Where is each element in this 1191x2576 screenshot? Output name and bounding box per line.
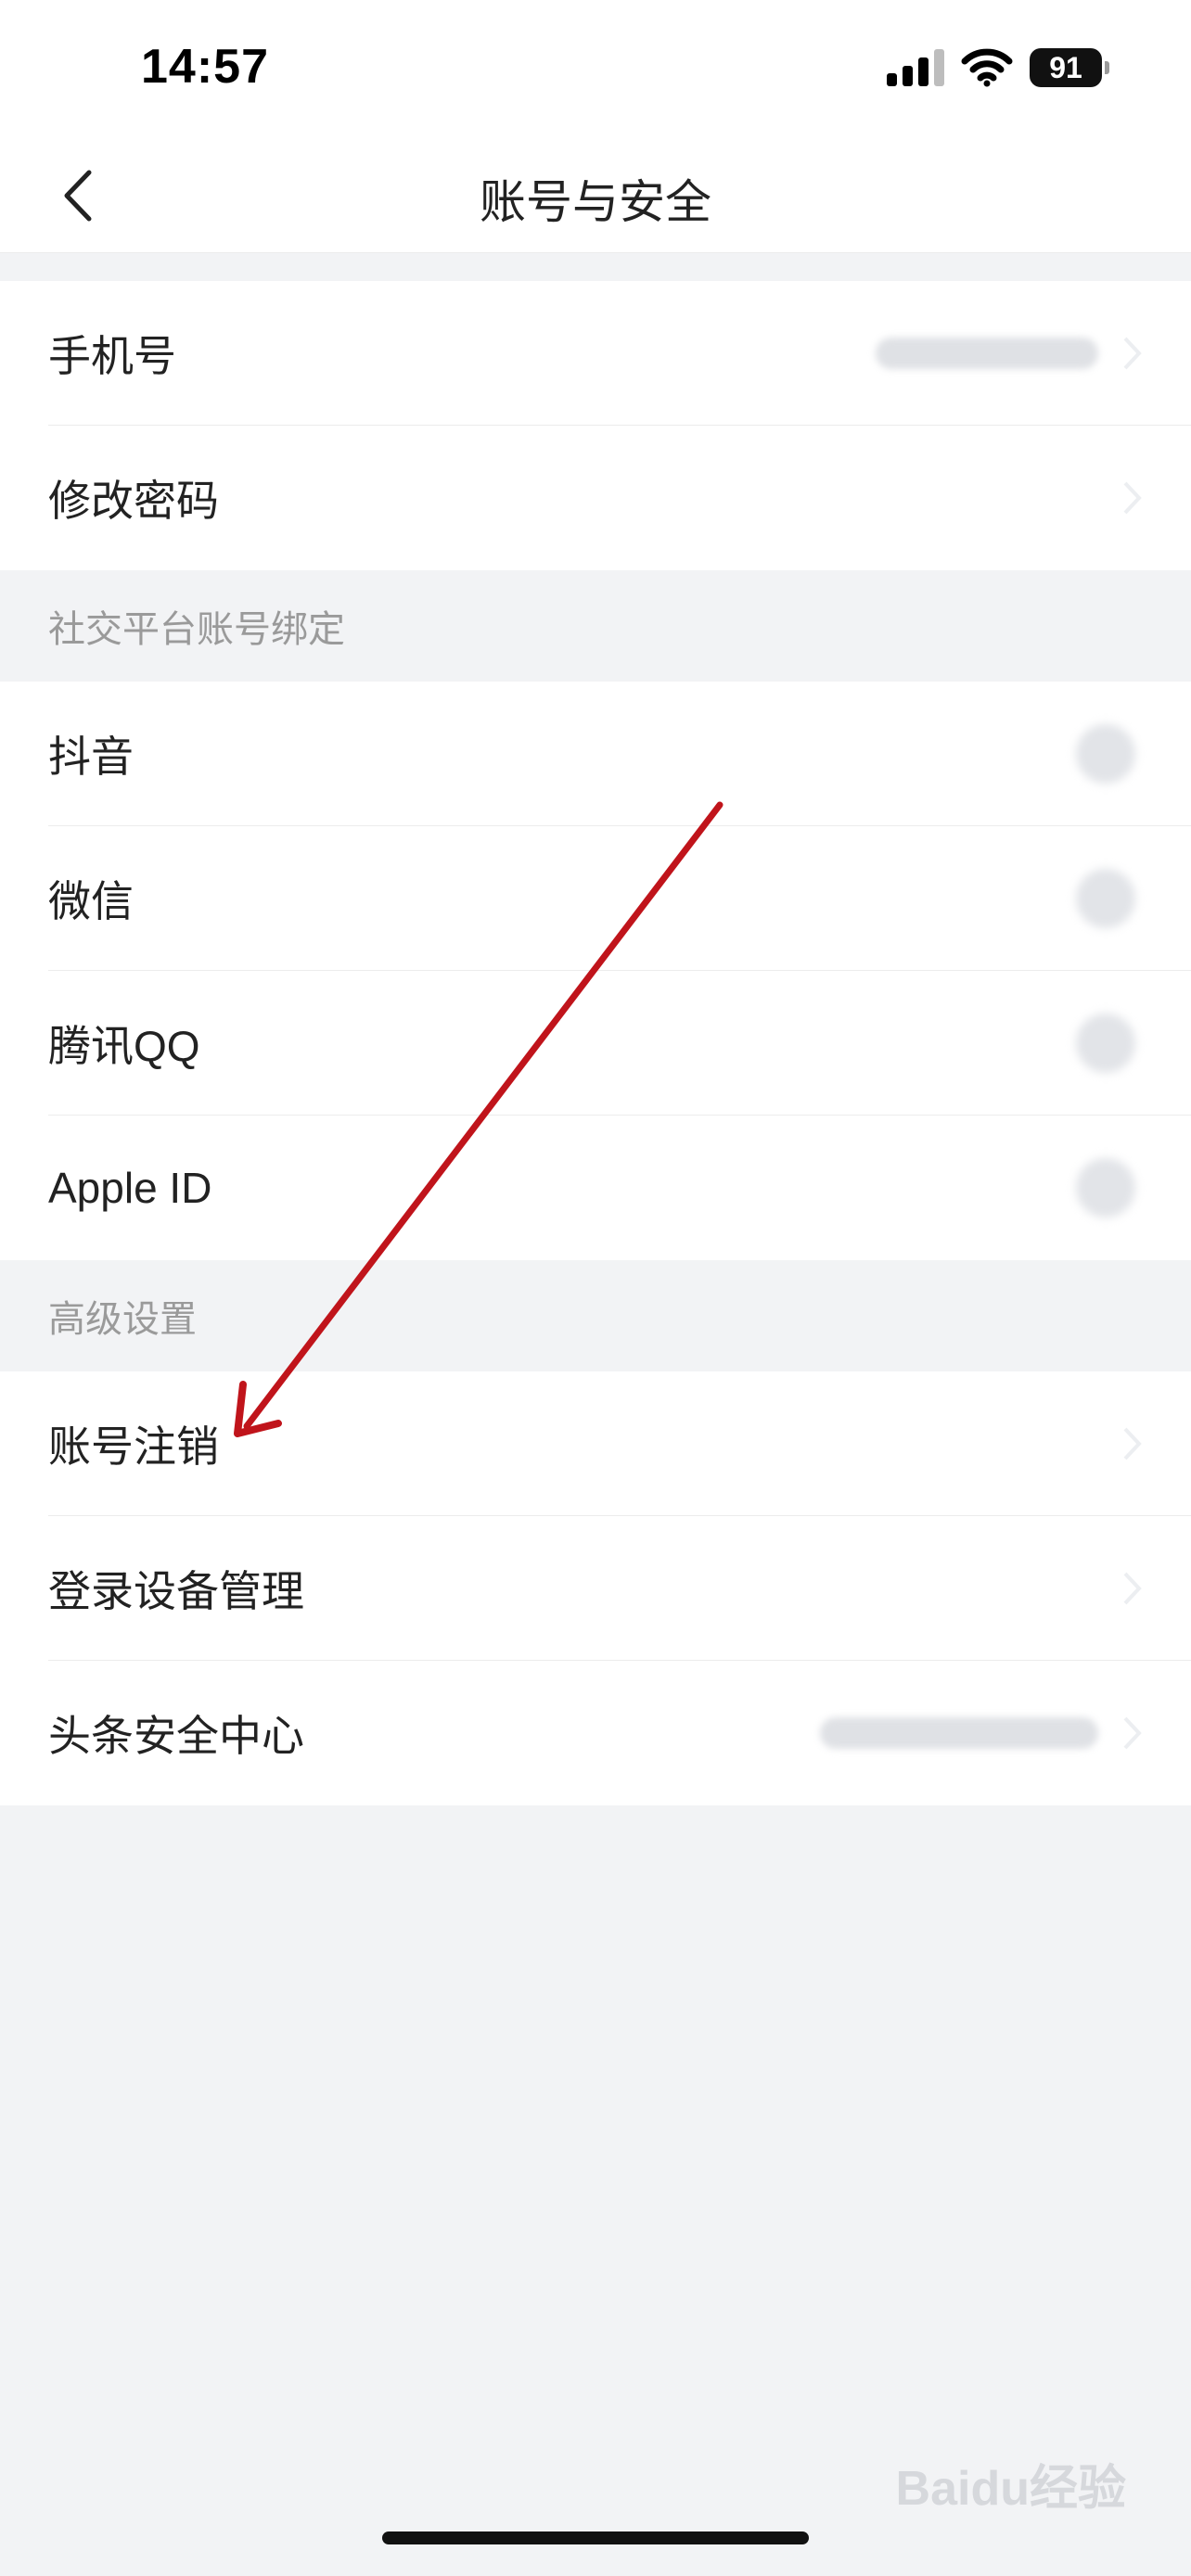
row-label: 登录设备管理 <box>48 1567 304 1615</box>
section-header-social: 社交平台账号绑定 <box>0 570 1191 682</box>
blurred-toggle <box>1076 1158 1135 1218</box>
section-header-advanced: 高级设置 <box>0 1260 1191 1371</box>
blurred-toggle <box>1076 869 1135 928</box>
status-icons: 91 <box>887 48 1109 87</box>
row-label: 微信 <box>48 877 134 925</box>
chevron-right-icon <box>1123 481 1142 515</box>
row-label: 头条安全中心 <box>48 1712 304 1760</box>
battery-cap <box>1105 61 1109 74</box>
navigation-bar: 账号与安全 <box>0 139 1191 253</box>
row-label: 腾讯QQ <box>48 1022 200 1070</box>
home-indicator[interactable] <box>382 2531 809 2544</box>
section-label: 高级设置 <box>48 1299 197 1340</box>
status-time: 14:57 <box>141 40 269 94</box>
row-label: 修改密码 <box>48 477 219 525</box>
chevron-right-icon <box>1123 1572 1142 1605</box>
blurred-toggle <box>1076 724 1135 784</box>
bind-qq-row[interactable]: 腾讯QQ <box>0 971 1191 1116</box>
account-deletion-row[interactable]: 账号注销 <box>0 1371 1191 1516</box>
battery-indicator: 91 <box>1030 48 1109 87</box>
status-bar: 14:57 91 <box>0 0 1191 139</box>
row-label: 抖音 <box>48 733 134 781</box>
phone-number-row[interactable]: 手机号 <box>0 281 1191 426</box>
row-label: 账号注销 <box>48 1422 219 1471</box>
baidu-watermark: Baidu经验 <box>895 2462 1126 2516</box>
change-password-row[interactable]: 修改密码 <box>0 426 1191 570</box>
row-label: Apple ID <box>48 1164 212 1212</box>
row-label: 手机号 <box>48 332 176 380</box>
cellular-signal-icon <box>887 49 944 86</box>
page-title: 账号与安全 <box>480 176 711 228</box>
blurred-value <box>820 1717 1098 1749</box>
blurred-phone-value <box>876 338 1098 369</box>
bind-wechat-row[interactable]: 微信 <box>0 826 1191 971</box>
chevron-right-icon <box>1123 337 1142 370</box>
section-label: 社交平台账号绑定 <box>48 609 345 650</box>
blurred-toggle <box>1076 1014 1135 1073</box>
wifi-icon <box>961 48 1013 87</box>
login-device-management-row[interactable]: 登录设备管理 <box>0 1516 1191 1661</box>
battery-level: 91 <box>1049 51 1082 84</box>
bind-douyin-row[interactable]: 抖音 <box>0 682 1191 826</box>
bind-apple-id-row[interactable]: Apple ID <box>0 1116 1191 1260</box>
chevron-right-icon <box>1123 1716 1142 1750</box>
toutiao-security-center-row[interactable]: 头条安全中心 <box>0 1661 1191 1805</box>
chevron-right-icon <box>1123 1427 1142 1460</box>
